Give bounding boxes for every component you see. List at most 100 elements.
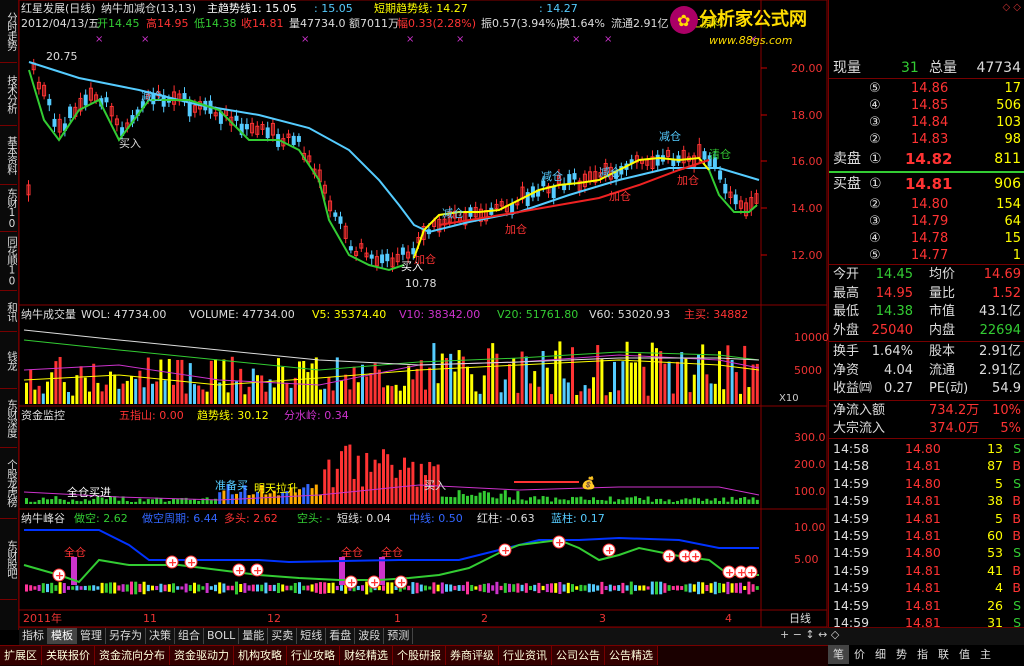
- peak-bar: [411, 582, 415, 594]
- quote-tab[interactable]: 指: [912, 645, 933, 664]
- chart-area[interactable]: 红星发展(日线) 纳牛加减仓(13,13) 主趋势线1: 15.05 : 15.…: [18, 0, 829, 630]
- volume-bar: [218, 382, 222, 404]
- svg-text:200.0: 200.0: [794, 458, 826, 471]
- period-label[interactable]: 日线: [789, 611, 811, 625]
- toolbar-btn[interactable]: 管理: [77, 628, 106, 644]
- volume-bar: [524, 356, 528, 404]
- tick-row: 14:59 14.81 5 B: [833, 510, 1021, 526]
- tab-ths10[interactable]: 同花顺10: [0, 232, 17, 291]
- quote-tab[interactable]: 笔: [828, 645, 849, 664]
- toolbar-btn[interactable]: 短线: [297, 628, 327, 644]
- bottom-tab[interactable]: 公司公告: [552, 646, 605, 665]
- svg-text:16.00: 16.00: [791, 155, 823, 168]
- toolbar-btn[interactable]: 量能: [239, 628, 269, 644]
- volume-bar: [67, 391, 70, 404]
- fund-bar: [524, 500, 528, 504]
- peak-bar: [449, 584, 453, 592]
- bottom-tab[interactable]: 行业资讯: [499, 646, 552, 665]
- peak-bar: [62, 583, 66, 593]
- fund-bar: [730, 496, 734, 504]
- peak-bar: [109, 582, 112, 594]
- plus-icon: +: [605, 544, 614, 557]
- toolbar-btn[interactable]: BOLL: [204, 628, 240, 644]
- candle-body: [718, 170, 723, 180]
- volume-bar: [566, 382, 570, 404]
- peak-bar: [285, 585, 289, 591]
- svg-text:4: 4: [725, 612, 732, 625]
- volume-bar: [650, 342, 654, 404]
- tick-row: 14:59 14.81 26 S: [833, 597, 1021, 613]
- volume-bar: [251, 368, 255, 404]
- fund-bar: [751, 497, 755, 504]
- volume-bar: [579, 391, 583, 404]
- peak-bar: [205, 583, 209, 593]
- bottom-tab[interactable]: 券商评级: [446, 646, 499, 665]
- volume-bar: [676, 361, 679, 404]
- quote-tab[interactable]: 主: [975, 645, 996, 664]
- volume-bar: [167, 359, 171, 404]
- toolbar-btn[interactable]: 模板: [48, 628, 77, 644]
- bottom-tab[interactable]: 关联报价: [42, 646, 95, 665]
- bottom-tab[interactable]: 个股研报: [393, 646, 446, 665]
- tab-hexun[interactable]: 和讯: [0, 291, 17, 332]
- quote-tab[interactable]: 值: [954, 645, 975, 664]
- tab-intraday[interactable]: 分时走势: [0, 0, 17, 63]
- fund-bar: [608, 496, 612, 504]
- bottom-tab[interactable]: 资金驱动力: [170, 646, 234, 665]
- tab-qianlong[interactable]: 钱龙: [0, 332, 17, 389]
- buy-in-label: 买入: [424, 479, 446, 492]
- quote-tab[interactable]: 联: [933, 645, 954, 664]
- tab-dragon-tiger[interactable]: 个股龙虎榜: [0, 448, 17, 519]
- toolbar-btn[interactable]: 决策: [146, 628, 175, 644]
- peak-bar: [587, 583, 591, 593]
- fund-bar: [29, 501, 33, 504]
- fund-bar: [445, 496, 448, 504]
- quote-tab[interactable]: 势: [891, 645, 912, 664]
- vol-v5: V5: 35374.40: [312, 308, 386, 321]
- chart-svg[interactable]: 红星发展(日线) 纳牛加减仓(13,13) 主趋势线1: 15.05 : 15.…: [18, 0, 829, 630]
- now-volume-row: 现量 31 总量 47734: [833, 60, 1021, 76]
- peak-bar: [453, 585, 457, 591]
- sell-level-row: ③ 14.84 103: [869, 115, 1021, 130]
- volume-bar: [701, 344, 705, 404]
- quote-tabs: 笔价细势指联值主: [828, 645, 1024, 665]
- tab-technical[interactable]: 技术分析: [0, 63, 17, 126]
- peak-bar: [600, 581, 604, 595]
- fund-bar: [394, 477, 398, 504]
- toolbar-btn[interactable]: 组合: [175, 628, 204, 644]
- toolbar-btn[interactable]: 买卖: [268, 628, 298, 644]
- bottom-tab[interactable]: 行业攻略: [287, 646, 340, 665]
- tab-eastmoney10[interactable]: 东财10: [0, 185, 17, 232]
- fund-bar: [314, 484, 318, 504]
- toolbar-btn[interactable]: 另存为: [106, 628, 146, 644]
- tab-fundamentals[interactable]: 基本资料: [0, 126, 17, 185]
- bottom-tab[interactable]: 机构攻略: [234, 646, 287, 665]
- float-shares: 流通2.91亿: [611, 16, 669, 30]
- fund-bar: [356, 455, 360, 504]
- zoom-controls[interactable]: + − ↕ ↔ ◇: [780, 628, 839, 641]
- toolbar-btn[interactable]: 预测: [384, 628, 414, 644]
- toolbar-btn[interactable]: 指标: [19, 628, 48, 644]
- peak-bar: [676, 585, 679, 591]
- tab-eastmoney-depth[interactable]: 东财深度: [0, 389, 17, 448]
- tab-guba[interactable]: 东财股吧: [0, 519, 17, 600]
- peak-bar: [655, 581, 658, 595]
- volume-bar: [201, 389, 205, 404]
- bottom-tab[interactable]: 公告精选: [605, 646, 658, 665]
- svg-text:加仓: 加仓: [505, 222, 527, 236]
- quote-tab[interactable]: 价: [849, 645, 870, 664]
- svg-text:3: 3: [599, 612, 606, 625]
- quote-tab[interactable]: 细: [870, 645, 891, 664]
- toolbar-btn[interactable]: 看盘: [326, 628, 356, 644]
- peak-bar: [550, 583, 553, 593]
- volume-bar: [734, 372, 738, 404]
- volume-bar: [575, 394, 579, 404]
- bottom-tab[interactable]: 资金流向分布: [95, 646, 170, 665]
- bottom-tab[interactable]: 财经精选: [340, 646, 393, 665]
- candlesticks: [26, 58, 759, 272]
- window-controls[interactable]: ◇ ◇: [1002, 2, 1021, 13]
- bottom-tab[interactable]: 扩展区: [0, 646, 42, 665]
- logo-mark-icon: ✿: [677, 11, 690, 30]
- toolbar-btn[interactable]: 波段: [355, 628, 385, 644]
- money-bag-icon: 💰: [581, 476, 596, 490]
